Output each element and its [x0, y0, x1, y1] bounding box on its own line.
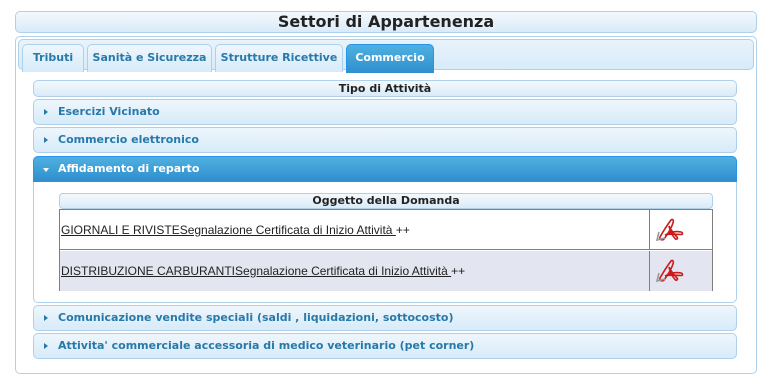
document-link[interactable]: GIORNALI E RIVISTESegnalazione Certifica…	[61, 223, 396, 237]
chevron-right-icon	[44, 315, 48, 321]
accordion-attivita-commerciale-veterinario[interactable]: Attivita' commerciale accessoria di medi…	[33, 333, 737, 359]
tabs-nav: Tributi Sanità e Sicurezza Strutture Ric…	[18, 39, 754, 73]
document-text: DISTRIBUZIONE CARBURANTISegnalazione Cer…	[61, 264, 465, 278]
accordion-label: Affidamento di reparto	[58, 162, 200, 175]
tab-tributi[interactable]: Tributi	[22, 44, 84, 72]
oggetto-domanda-header: Oggetto della Domanda	[59, 193, 713, 209]
document-text: GIORNALI E RIVISTESegnalazione Certifica…	[61, 223, 410, 237]
accordion-label: Comunicazione vendite speciali (saldi , …	[58, 311, 454, 324]
document-suffix: ++	[451, 264, 466, 278]
chevron-right-icon	[44, 343, 48, 349]
tipo-attivita-header: Tipo di Attività	[33, 80, 737, 97]
tab-commercio[interactable]: Commercio	[346, 44, 434, 73]
document-suffix: ++	[395, 223, 410, 237]
accordion-label: Attivita' commerciale accessoria di medi…	[58, 339, 475, 352]
tab-strutture-ricettive[interactable]: Strutture Ricettive	[215, 44, 343, 72]
chevron-down-icon	[43, 168, 49, 172]
pdf-icon[interactable]	[655, 259, 685, 283]
table-row: DISTRIBUZIONE CARBURANTISegnalazione Cer…	[60, 251, 712, 291]
page-title: Settori di Appartenenza	[15, 11, 757, 33]
table-row: GIORNALI E RIVISTESegnalazione Certifica…	[60, 210, 712, 250]
chevron-right-icon	[44, 137, 48, 143]
accordion-comunicazione-vendite-speciali[interactable]: Comunicazione vendite speciali (saldi , …	[33, 305, 737, 331]
chevron-right-icon	[44, 109, 48, 115]
accordion-esercizi-vicinato[interactable]: Esercizi Vicinato	[33, 99, 737, 125]
pdf-icon[interactable]	[655, 218, 685, 242]
pdf-cell	[649, 251, 712, 291]
pdf-cell	[649, 210, 712, 249]
document-link[interactable]: DISTRIBUZIONE CARBURANTISegnalazione Cer…	[61, 264, 451, 278]
tab-sanita-e-sicurezza[interactable]: Sanità e Sicurezza	[87, 44, 212, 72]
accordion-label: Esercizi Vicinato	[58, 105, 160, 118]
accordion-commercio-elettronico[interactable]: Commercio elettronico	[33, 127, 737, 153]
documents-table: GIORNALI E RIVISTESegnalazione Certifica…	[59, 209, 713, 291]
accordion-label: Commercio elettronico	[58, 133, 199, 146]
accordion-affidamento-di-reparto[interactable]: Affidamento di reparto	[33, 156, 737, 182]
tabs-panel: Tributi Sanità e Sicurezza Strutture Ric…	[15, 36, 757, 374]
